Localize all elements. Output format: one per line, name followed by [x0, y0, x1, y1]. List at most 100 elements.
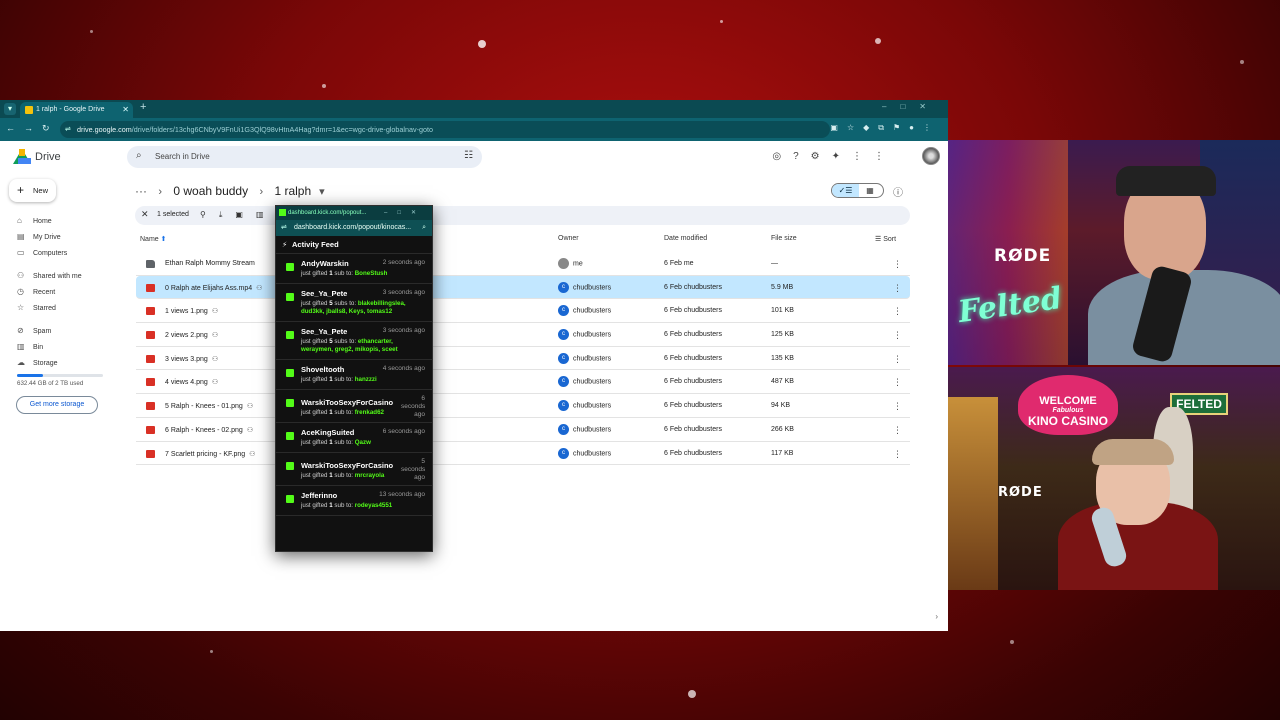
- url-field[interactable]: ⇌ drive.google.com/drive/folders/13chg6C…: [60, 121, 830, 138]
- popout-url-bar[interactable]: ⇌ dashboard.kick.com/popout/kinocas... ⌕: [276, 220, 432, 236]
- video-file-icon: [146, 283, 155, 292]
- table-row[interactable]: 3 views 3.png ⚇ c chudbusters 6 Feb chudbust…: [136, 347, 910, 371]
- extension-icons[interactable]: ▣☆◆⧉⚑●⋮: [830, 123, 940, 133]
- table-row[interactable]: 6 Ralph - Knees - 02.png ⚇ c chudbusters 6 F…: [136, 418, 910, 442]
- nav-item-spam[interactable]: ⊘ Spam: [17, 325, 51, 337]
- clear-selection-icon[interactable]: ✕: [141, 209, 149, 220]
- gift-icon: [286, 331, 294, 339]
- file-size: 101 KB: [771, 307, 794, 315]
- file-owner: c chudbusters: [558, 329, 611, 341]
- nav-item-my-drive[interactable]: ▤ My Drive: [17, 231, 61, 243]
- new-tab-button[interactable]: +: [140, 101, 146, 113]
- sort-arrow-icon: ⬆: [160, 236, 167, 243]
- feed-time: 6 seconds ago: [382, 428, 425, 435]
- drive-logo-icon[interactable]: [13, 149, 31, 164]
- column-name[interactable]: Name ⬆: [140, 235, 167, 243]
- table-row[interactable]: Ethan Ralph Mommy Stream me 6 Feb me — ⋮: [136, 252, 910, 276]
- more-actions-icon[interactable]: ⋮: [893, 306, 902, 317]
- gift-icon: [286, 462, 294, 470]
- drive-title[interactable]: Drive: [35, 151, 61, 163]
- more-actions-icon[interactable]: ⋮: [893, 377, 902, 388]
- breadcrumb-item[interactable]: 0 woah buddy: [173, 184, 248, 198]
- image-file-icon: [146, 402, 155, 411]
- feed-description: just gifted 5 subs to: ethancarter, wera…: [301, 338, 398, 353]
- shared-icon: ⚇: [211, 355, 219, 363]
- gift-recipients: mrcrayola: [354, 472, 385, 479]
- more-actions-icon[interactable]: ⋮: [893, 259, 902, 270]
- table-row[interactable]: 1 views 1.png ⚇ c chudbusters 6 Feb chudbust…: [136, 299, 910, 324]
- grid-view-icon[interactable]: ▦: [857, 184, 883, 197]
- webcam-top: Felted RØDE: [948, 140, 1280, 365]
- breadcrumb-more-icon[interactable]: ···: [135, 184, 147, 198]
- file-date: 6 Feb chudbusters: [664, 354, 722, 362]
- table-row[interactable]: 7 Scarlett pricing - KF.png ⚇ c chudbusters…: [136, 442, 910, 466]
- more-actions-icon[interactable]: ⋮: [893, 401, 902, 412]
- image-file-icon: [146, 331, 155, 340]
- spam-icon: ⊘: [17, 326, 24, 335]
- file-size: 117 KB: [771, 449, 794, 457]
- breadcrumb-current[interactable]: 1 ralph: [274, 184, 311, 198]
- shared-icon: ⚇: [246, 403, 254, 411]
- bolt-icon: ⚡: [282, 240, 288, 249]
- more-actions-icon[interactable]: ⋮: [893, 283, 902, 294]
- column-owner[interactable]: Owner: [558, 235, 579, 242]
- table-row[interactable]: 4 views 4.png ⚇ c chudbusters 6 Feb chudbust…: [136, 370, 910, 395]
- feed-item: See_Ya_Pete 3 seconds ago just gifted 5 su…: [276, 284, 432, 322]
- info-icon[interactable]: ⓘ: [893, 184, 903, 199]
- nav-item-bin[interactable]: ▥ Bin: [17, 341, 43, 353]
- owner-avatar: c: [558, 423, 569, 435]
- scroll-right-icon[interactable]: ›: [935, 612, 938, 621]
- window-controls[interactable]: –□✕: [882, 102, 940, 111]
- more-actions-icon[interactable]: ⋮: [893, 425, 902, 436]
- feed-description: just gifted 1 sub to: BoneStush: [301, 270, 388, 277]
- table-row[interactable]: 0 Ralph ate Elijahs Ass.mp4 ⚇ c chudbusters…: [136, 275, 910, 300]
- nav-item-storage[interactable]: ☁ Storage: [17, 357, 58, 369]
- search-input[interactable]: ⌕ Search in Drive ☷: [127, 146, 482, 168]
- nav-item-starred[interactable]: ☆ Starred: [17, 302, 56, 314]
- table-row[interactable]: 5 Ralph - Knees - 01.png ⚇ c chudbusters 6 F…: [136, 394, 910, 418]
- selection-actions[interactable]: ⚲⤓▣▥: [200, 210, 277, 220]
- more-actions-icon[interactable]: ⋮: [893, 330, 902, 341]
- browser-tab[interactable]: 1 ralph - Google Drive ✕: [20, 102, 133, 118]
- new-button[interactable]: + New: [9, 179, 56, 202]
- chevron-down-icon[interactable]: ▾: [319, 186, 325, 198]
- zoom-icon[interactable]: ⌕: [422, 220, 426, 236]
- file-date: 6 Feb chudbusters: [664, 307, 722, 315]
- popout-titlebar: dashboard.kick.com/popout... –□✕: [276, 206, 432, 220]
- gift-recipients: frenkad62: [354, 409, 384, 416]
- tab-close-icon[interactable]: ✕: [122, 102, 129, 118]
- list-view-icon[interactable]: ✓☰: [832, 184, 859, 197]
- header-icons[interactable]: ◎?⚙✦⋮⋮: [772, 151, 896, 162]
- account-avatar[interactable]: [922, 147, 940, 165]
- file-name: Ethan Ralph Mommy Stream: [165, 260, 255, 267]
- site-info-icon[interactable]: ⇌: [65, 121, 71, 138]
- view-toggle[interactable]: ✓☰ ▦: [831, 183, 884, 198]
- nav-buttons[interactable]: ←→↻: [6, 123, 59, 134]
- site-info-icon[interactable]: ⇌: [281, 220, 287, 236]
- column-date[interactable]: Date modified: [664, 235, 707, 242]
- sort-button[interactable]: ☰ Sort: [875, 235, 896, 243]
- tab-search-button[interactable]: ▾: [4, 103, 16, 115]
- file-name: 3 views 3.png ⚇: [165, 355, 219, 363]
- search-icon[interactable]: ⌕: [136, 150, 142, 161]
- feed-time: 2 seconds ago: [382, 259, 425, 266]
- headphones: [1116, 166, 1216, 196]
- file-size: 266 KB: [771, 425, 794, 433]
- nav-item-computers[interactable]: ▭ Computers: [17, 247, 67, 259]
- owner-avatar: c: [558, 281, 569, 293]
- get-more-storage-button[interactable]: Get more storage: [16, 396, 98, 414]
- more-actions-icon[interactable]: ⋮: [893, 354, 902, 365]
- image-file-icon: [146, 354, 155, 363]
- shared-icon: ⚇: [211, 379, 219, 387]
- nav-item-home[interactable]: ⌂ Home: [17, 215, 52, 227]
- more-actions-icon[interactable]: ⋮: [893, 449, 902, 460]
- nav-item-recent[interactable]: ◷ Recent: [17, 286, 55, 298]
- nav-item-shared[interactable]: ⚇ Shared with me: [17, 270, 82, 282]
- table-row[interactable]: 2 views 2.png ⚇ c chudbusters 6 Feb chudbust…: [136, 323, 910, 347]
- popout-window-controls[interactable]: –□✕: [384, 206, 426, 220]
- column-size[interactable]: File size: [771, 235, 797, 242]
- tab-bar: ▾ 1 ralph - Google Drive ✕ + –□✕: [0, 100, 948, 118]
- file-size: —: [771, 260, 778, 267]
- gift-icon: [286, 399, 294, 407]
- search-options-icon[interactable]: ☷: [464, 150, 473, 161]
